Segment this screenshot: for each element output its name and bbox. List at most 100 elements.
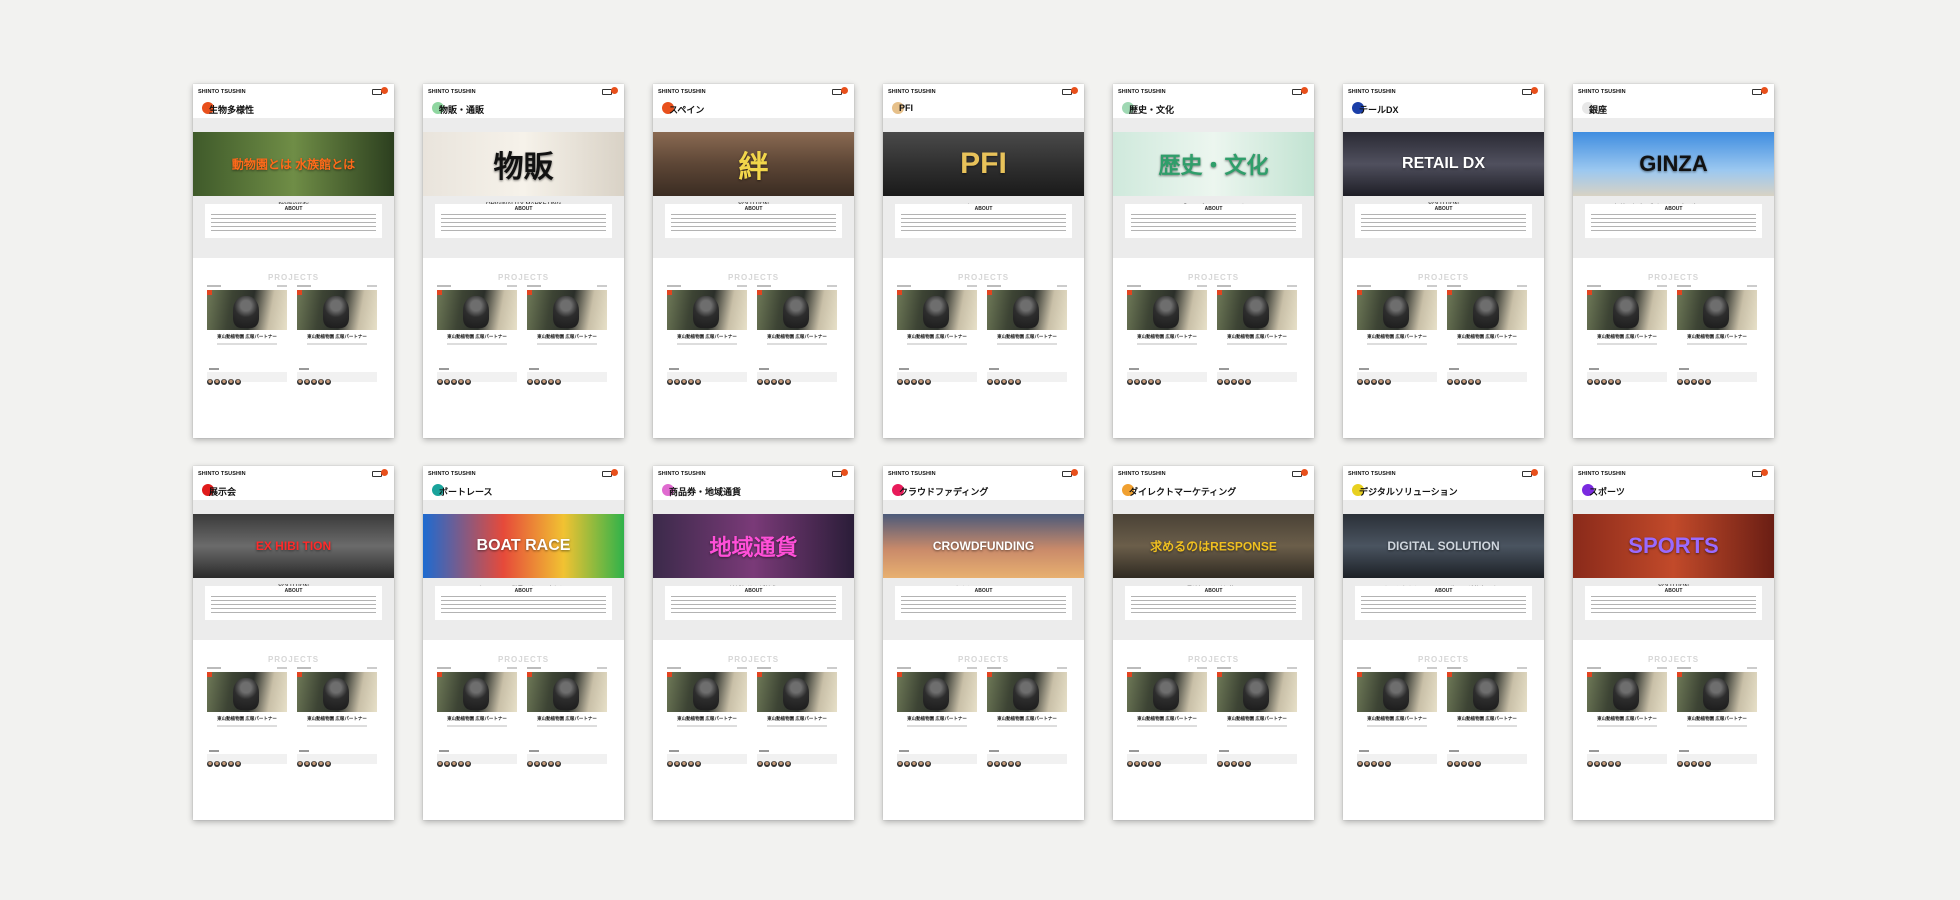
project-card[interactable]: 東山動植物園 広報パートナー: [897, 666, 977, 727]
menu-icon[interactable]: [832, 469, 848, 478]
project-caption: 東山動植物園 広報パートナー: [217, 334, 277, 339]
site-header: SHINTO TSUSHIN: [883, 466, 1084, 480]
menu-icon[interactable]: [372, 87, 388, 96]
team-avatars: [1217, 368, 1297, 385]
about-box: ABOUT: [665, 204, 842, 238]
menu-icon[interactable]: [832, 87, 848, 96]
project-card[interactable]: 東山動植物園 広報パートナー: [1587, 666, 1667, 727]
project-card[interactable]: 東山動植物園 広報パートナー: [437, 666, 517, 727]
projects-label: PROJECTS: [1647, 273, 1700, 282]
project-caption: 東山動植物園 広報パートナー: [767, 334, 827, 339]
project-caption: 東山動植物園 広報パートナー: [1227, 334, 1287, 339]
team-avatars: [527, 750, 607, 767]
hero-image: 動物園とは 水族館とは: [193, 132, 394, 196]
project-card[interactable]: 東山動植物園 広報パートナー: [987, 666, 1067, 727]
project-card[interactable]: 東山動植物園 広報パートナー: [527, 284, 607, 345]
about-box: ABOUT: [1355, 586, 1532, 620]
project-card[interactable]: 東山動植物園 広報パートナー: [1357, 284, 1437, 345]
page-mockup-card[interactable]: SHINTO TSUSHIN PFI PFI エンターテインメント ABOUT …: [883, 84, 1084, 438]
page-mockup-card[interactable]: SHINTO TSUSHIN デジタルソリューション DIGITAL SOLUT…: [1343, 466, 1544, 820]
page-mockup-card[interactable]: SHINTO TSUSHIN 歴史・文化 歴史・文化 「ニッポンのこころ」を A…: [1113, 84, 1314, 438]
project-card[interactable]: 東山動植物園 広報パートナー: [757, 284, 837, 345]
project-thumbnail: [987, 290, 1067, 330]
project-caption: 東山動植物園 広報パートナー: [1597, 716, 1657, 721]
page-mockup-card[interactable]: SHINTO TSUSHIN テールDX RETAIL DX SOLUTION …: [1343, 84, 1544, 438]
page-mockup-card[interactable]: SHINTO TSUSHIN 商品券・地域通貨 地域通貨 地域経済を活性化 AB…: [653, 466, 854, 820]
about-text: [211, 596, 376, 616]
menu-icon[interactable]: [1062, 87, 1078, 96]
team-avatars: [1357, 368, 1437, 385]
project-card[interactable]: 東山動植物園 広報パートナー: [987, 284, 1067, 345]
team-avatars: [297, 368, 377, 385]
category-title: 生物多様性: [209, 105, 255, 115]
about-text: [1361, 596, 1526, 616]
project-card[interactable]: 東山動植物園 広報パートナー: [297, 666, 377, 727]
project-thumbnail: [437, 672, 517, 712]
project-thumbnail: [757, 672, 837, 712]
project-card[interactable]: 東山動植物園 広報パートナー: [527, 666, 607, 727]
menu-icon[interactable]: [1522, 87, 1538, 96]
project-card[interactable]: 東山動植物園 広報パートナー: [1127, 666, 1207, 727]
team-avatars: [757, 750, 837, 767]
menu-icon[interactable]: [602, 469, 618, 478]
page-mockup-card[interactable]: SHINTO TSUSHIN クラウドファディング CROWDFUNDING お…: [883, 466, 1084, 820]
hero-headline: PFI: [960, 147, 1007, 180]
page-mockup-card[interactable]: SHINTO TSUSHIN ダイレクトマーケティング 求めるのはRESPONS…: [1113, 466, 1314, 820]
project-card[interactable]: 東山動植物園 広報パートナー: [1447, 284, 1527, 345]
project-card[interactable]: 東山動植物園 広報パートナー: [667, 666, 747, 727]
site-header: SHINTO TSUSHIN: [653, 84, 854, 98]
category-title: 商品券・地域通貨: [669, 487, 742, 497]
menu-icon[interactable]: [1522, 469, 1538, 478]
project-card[interactable]: 東山動植物園 広報パートナー: [1217, 284, 1297, 345]
menu-icon[interactable]: [1752, 87, 1768, 96]
site-header: SHINTO TSUSHIN: [193, 466, 394, 480]
hero-image: SPORTS: [1573, 514, 1774, 578]
about-text: [671, 596, 836, 616]
project-card[interactable]: 東山動植物園 広報パートナー: [207, 666, 287, 727]
project-card[interactable]: 東山動植物園 広報パートナー: [1587, 284, 1667, 345]
page-mockup-card[interactable]: SHINTO TSUSHIN 生物多様性 動物園とは 水族館とは biodive…: [193, 84, 394, 438]
project-card[interactable]: 東山動植物園 広報パートナー: [757, 666, 837, 727]
project-thumbnail: [207, 290, 287, 330]
menu-icon[interactable]: [1752, 469, 1768, 478]
project-card[interactable]: 東山動植物園 広報パートナー: [1677, 666, 1757, 727]
menu-icon[interactable]: [602, 87, 618, 96]
hero-headline: 物販: [493, 151, 554, 184]
page-mockup-card[interactable]: SHINTO TSUSHIN 展示会 EX HIBI TION SOLUTION…: [193, 466, 394, 820]
menu-icon[interactable]: [1292, 87, 1308, 96]
about-label: ABOUT: [514, 588, 533, 594]
about-box: ABOUT: [895, 204, 1072, 238]
menu-icon[interactable]: [1292, 469, 1308, 478]
page-mockup-card[interactable]: SHINTO TSUSHIN ボートレース BOAT RACE ボートレース業界…: [423, 466, 624, 820]
project-card[interactable]: 東山動植物園 広報パートナー: [667, 284, 747, 345]
project-card[interactable]: 東山動植物園 広報パートナー: [297, 284, 377, 345]
project-card[interactable]: 東山動植物園 広報パートナー: [1677, 284, 1757, 345]
menu-icon[interactable]: [1062, 469, 1078, 478]
category-header: PFI: [883, 98, 1084, 118]
category-header: 歴史・文化: [1113, 98, 1314, 118]
project-card[interactable]: 東山動植物園 広報パートナー: [897, 284, 977, 345]
hero-image: BOAT RACE: [423, 514, 624, 578]
project-card[interactable]: 東山動植物園 広報パートナー: [1447, 666, 1527, 727]
menu-icon[interactable]: [372, 469, 388, 478]
page-mockup-card[interactable]: SHINTO TSUSHIN 物販・通販 物販 ORIGINALITY MARK…: [423, 84, 624, 438]
about-box: ABOUT: [1585, 204, 1762, 238]
hero-headline: DIGITAL SOLUTION: [1387, 539, 1500, 553]
project-card[interactable]: 東山動植物園 広報パートナー: [1217, 666, 1297, 727]
page-mockup-card[interactable]: SHINTO TSUSHIN スポーツ SPORTS SOLUTION ABOU…: [1573, 466, 1774, 820]
mockup-grid: SHINTO TSUSHIN 生物多様性 動物園とは 水族館とは biodive…: [193, 84, 1774, 820]
site-header: SHINTO TSUSHIN: [1573, 84, 1774, 98]
project-card[interactable]: 東山動植物園 広報パートナー: [437, 284, 517, 345]
projects-label: PROJECTS: [1417, 655, 1470, 664]
about-box: ABOUT: [435, 204, 612, 238]
project-card[interactable]: 東山動植物園 広報パートナー: [207, 284, 287, 345]
project-card[interactable]: 東山動植物園 広報パートナー: [1127, 284, 1207, 345]
about-box: ABOUT: [205, 204, 382, 238]
project-thumbnail: [1357, 290, 1437, 330]
team-avatars: [437, 368, 517, 385]
page-mockup-card[interactable]: SHINTO TSUSHIN スペイン 絆 SOLUTION ABOUT PRO…: [653, 84, 854, 438]
category-title: スポーツ: [1589, 487, 1625, 497]
project-card[interactable]: 東山動植物園 広報パートナー: [1357, 666, 1437, 727]
category-header: スペイン: [653, 98, 854, 118]
page-mockup-card[interactable]: SHINTO TSUSHIN 銀座 GINZA 10年続く銀座の街おこし、今、次…: [1573, 84, 1774, 438]
